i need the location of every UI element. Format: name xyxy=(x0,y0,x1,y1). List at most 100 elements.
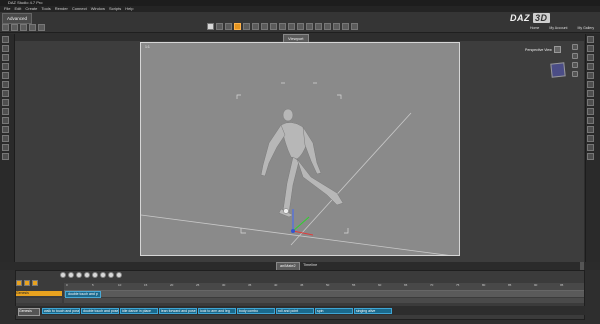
puppeteer-icon[interactable] xyxy=(587,90,594,97)
smart-content-icon[interactable] xyxy=(2,54,9,61)
gallery-icon[interactable] xyxy=(324,23,331,30)
camera-pane-icon[interactable] xyxy=(587,45,594,52)
paint-icon[interactable] xyxy=(333,23,340,30)
render-icon[interactable] xyxy=(315,23,322,30)
tab-advanced[interactable]: Advanced xyxy=(2,13,33,24)
export-icon[interactable] xyxy=(351,23,358,30)
parameters-pane-icon[interactable] xyxy=(2,45,9,52)
properties-icon[interactable] xyxy=(2,135,9,142)
tab-timeline[interactable]: Timeline xyxy=(300,262,320,269)
viewport-canvas[interactable]: 1:1 xyxy=(140,42,460,256)
camera-selector[interactable]: Perspective View xyxy=(525,46,561,53)
pause-icon[interactable] xyxy=(76,272,82,278)
arrow-right-icon[interactable] xyxy=(24,280,30,286)
translate-tool-icon[interactable] xyxy=(252,23,259,30)
animation-block[interactable]: double touch and p xyxy=(65,291,101,298)
add-icon[interactable] xyxy=(32,280,38,286)
tick-label: 95 xyxy=(560,283,564,287)
universal-tool-icon[interactable] xyxy=(234,23,241,30)
tick-label: 40 xyxy=(274,283,278,287)
dolly-icon[interactable] xyxy=(572,62,578,68)
script-ide-icon[interactable] xyxy=(587,117,594,124)
link-my-account[interactable]: My Account xyxy=(549,26,567,30)
joint-tool-icon[interactable] xyxy=(270,23,277,30)
redo-icon[interactable] xyxy=(38,24,45,31)
clip-item[interactable]: look to arm and leg xyxy=(198,308,236,314)
tick-label: 90 xyxy=(534,283,538,287)
empty-track[interactable] xyxy=(64,298,584,303)
help-icon[interactable] xyxy=(587,153,594,160)
clip-item[interactable]: lean forward and pose xyxy=(159,308,197,314)
lights-icon[interactable] xyxy=(2,99,9,106)
link-home[interactable]: Home xyxy=(530,26,539,30)
tick-label: 20 xyxy=(170,283,174,287)
timeline-ruler[interactable]: 0 5 10 15 20 25 30 35 40 45 50 55 60 65 … xyxy=(64,283,584,291)
clip-item[interactable]: walk to touch and pose xyxy=(42,308,80,314)
timeline-pane-icon[interactable] xyxy=(587,99,594,106)
record-icon[interactable] xyxy=(100,272,106,278)
orbit-icon[interactable] xyxy=(572,44,578,50)
open-icon[interactable] xyxy=(11,24,18,31)
undo-history-icon[interactable] xyxy=(2,108,9,115)
asset-icon[interactable] xyxy=(587,135,594,142)
frame-icon[interactable] xyxy=(572,71,578,77)
light-tool-icon[interactable] xyxy=(288,23,295,30)
viewport-options-icon[interactable] xyxy=(553,46,561,53)
figure-icon[interactable] xyxy=(2,126,9,133)
camera-tool-icon[interactable] xyxy=(279,23,286,30)
scale-tool-icon[interactable] xyxy=(261,23,268,30)
environment-icon[interactable] xyxy=(587,54,594,61)
play-icon[interactable] xyxy=(68,272,74,278)
rotate-tool-icon[interactable] xyxy=(243,23,250,30)
tick-label: 30 xyxy=(222,283,226,287)
clip-item[interactable]: body combo xyxy=(237,308,275,314)
content-library-icon[interactable] xyxy=(2,63,9,70)
filter-icon[interactable] xyxy=(587,81,594,88)
settings-icon[interactable] xyxy=(108,272,114,278)
aux-viewport-icon[interactable] xyxy=(2,153,9,160)
clip-item[interactable]: roll and point xyxy=(276,308,314,314)
stop-icon[interactable] xyxy=(84,272,90,278)
content-icon[interactable] xyxy=(342,23,349,30)
tools-settings-icon[interactable] xyxy=(2,117,9,124)
animation-track[interactable] xyxy=(64,291,584,297)
step-icon[interactable] xyxy=(92,272,98,278)
pan-icon[interactable] xyxy=(572,53,578,59)
layer-label-row[interactable]: Genesis xyxy=(16,291,62,296)
shaping-icon[interactable] xyxy=(2,81,9,88)
clip-item[interactable]: double touch and pose xyxy=(81,308,119,314)
lighting-pane-icon[interactable] xyxy=(587,63,594,70)
posing-icon[interactable] xyxy=(2,72,9,79)
layer-empty-row xyxy=(16,298,62,303)
arrow-left-icon[interactable] xyxy=(16,280,22,286)
settings-icon[interactable] xyxy=(587,144,594,151)
link-my-gallery[interactable]: My Gallery xyxy=(577,26,594,30)
node-tool-icon[interactable] xyxy=(216,23,223,30)
clip-item[interactable]: singing alive xyxy=(354,308,392,314)
surfaces-icon[interactable] xyxy=(2,90,9,97)
tick-label: 70 xyxy=(430,283,434,287)
powerpose-icon[interactable] xyxy=(587,108,594,115)
view-cube[interactable] xyxy=(550,62,566,78)
info-icon[interactable] xyxy=(116,272,122,278)
undo-icon[interactable] xyxy=(29,24,36,31)
clip-item[interactable]: idle dance in place xyxy=(120,308,158,314)
display-icon[interactable] xyxy=(587,72,594,79)
new-scene-icon[interactable] xyxy=(2,24,9,31)
tick-label: 55 xyxy=(352,283,356,287)
morph-icon[interactable] xyxy=(2,144,9,151)
tick-label: 25 xyxy=(196,283,200,287)
loop-icon[interactable] xyxy=(60,272,66,278)
library-icon[interactable] xyxy=(587,126,594,133)
scene-pane-icon[interactable] xyxy=(2,36,9,43)
render-pane-icon[interactable] xyxy=(587,36,594,43)
primitive-icon[interactable] xyxy=(297,23,304,30)
clip-item[interactable]: spin xyxy=(315,308,353,314)
save-icon[interactable] xyxy=(20,24,27,31)
tick-label: 5 xyxy=(92,283,94,287)
pose-tool-icon[interactable] xyxy=(225,23,232,30)
preset-dropdown[interactable]: Genesis xyxy=(18,308,40,316)
render-settings-icon[interactable] xyxy=(306,23,313,30)
panel-handle[interactable] xyxy=(580,262,584,270)
pointer-tool-icon[interactable] xyxy=(207,23,214,30)
